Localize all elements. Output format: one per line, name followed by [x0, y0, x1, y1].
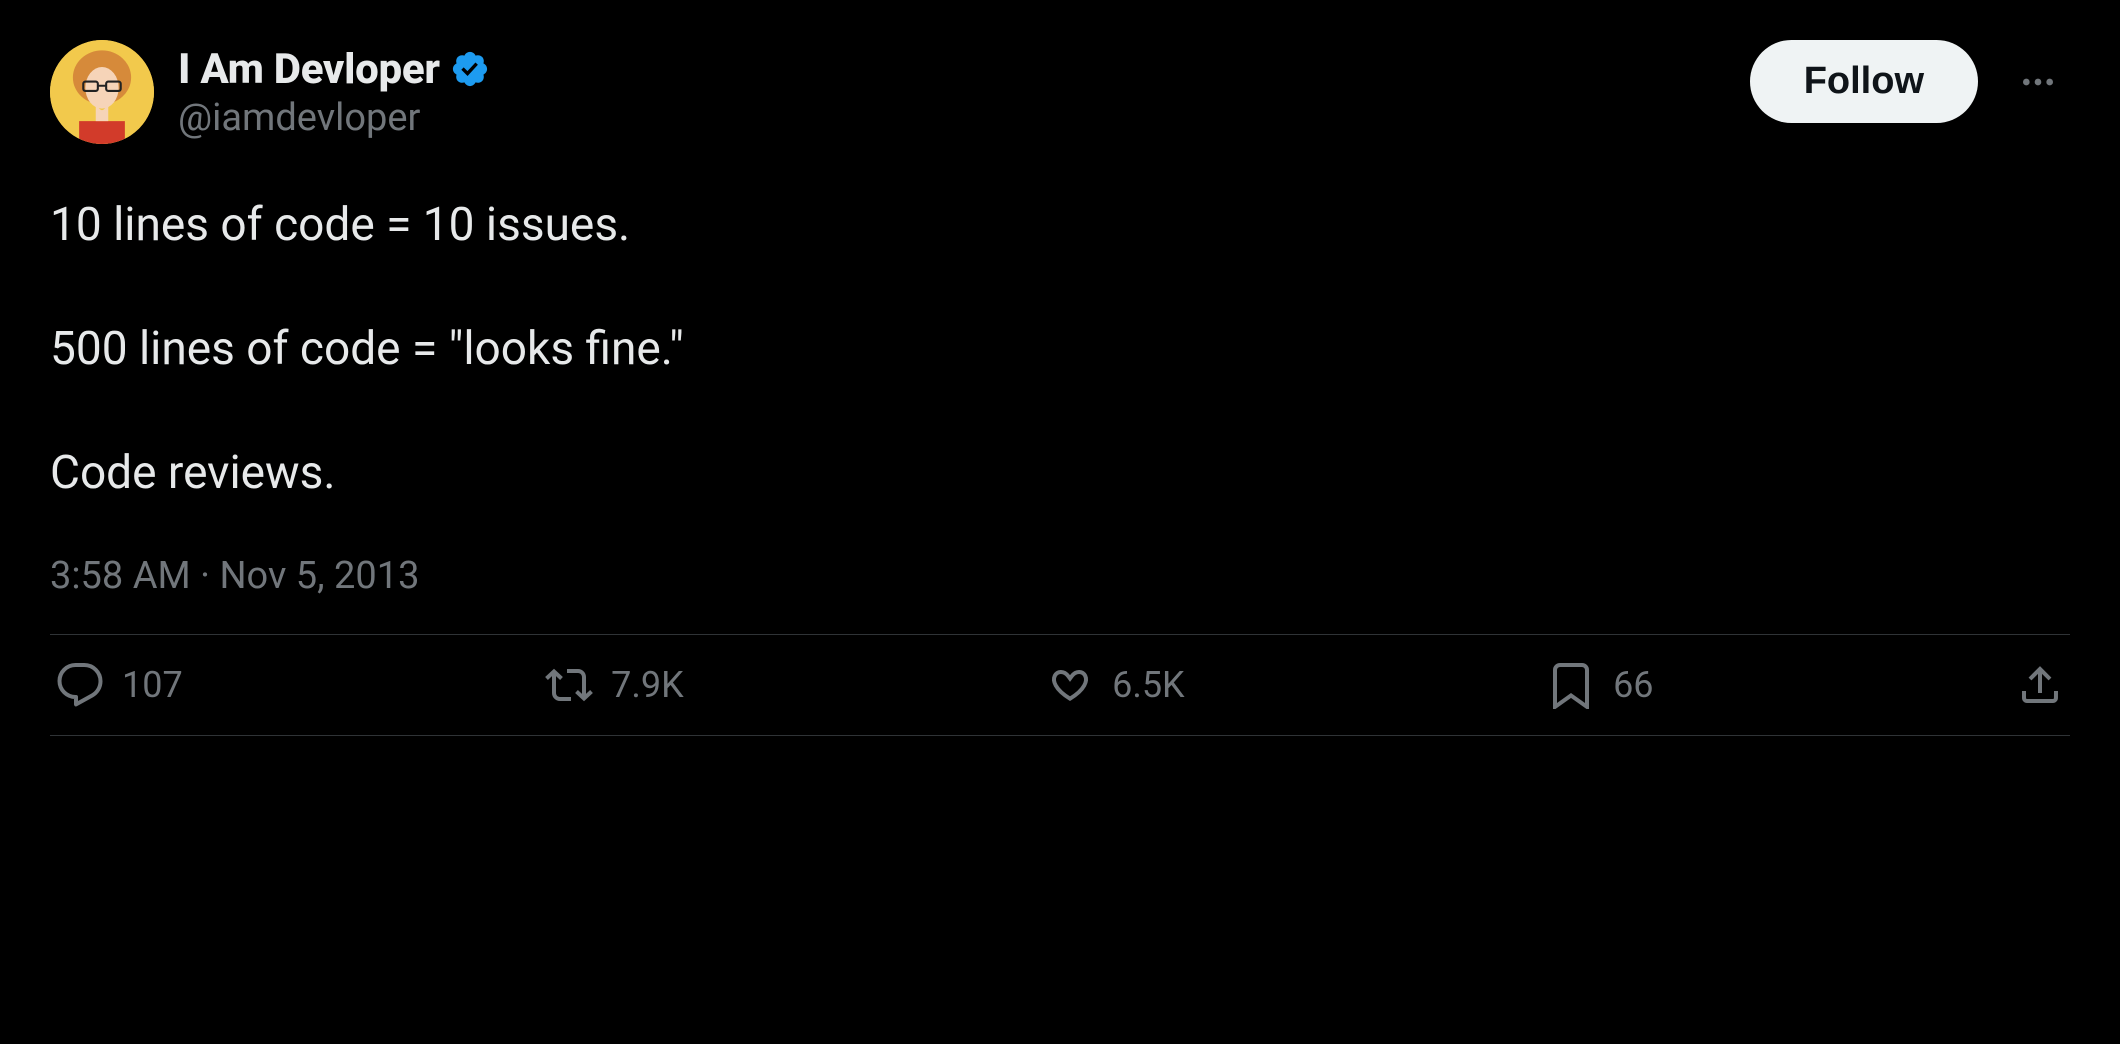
reply-count: 107: [122, 664, 183, 706]
bookmark-icon: [1547, 661, 1595, 709]
tweet-timestamp[interactable]: 3:58 AM · Nov 5, 2013: [50, 554, 2070, 598]
like-button[interactable]: 6.5K: [1046, 661, 1185, 709]
avatar[interactable]: [50, 40, 154, 144]
retweet-count: 7.9K: [611, 664, 684, 706]
like-count: 6.5K: [1112, 664, 1185, 706]
more-button[interactable]: [2006, 50, 2070, 114]
user-handle[interactable]: @iamdevloper: [178, 96, 490, 140]
verified-badge-icon: [450, 49, 490, 89]
follow-button[interactable]: Follow: [1750, 40, 1978, 123]
share-button[interactable]: [2016, 661, 2064, 709]
user-group[interactable]: I Am Devloper @iamdevloper: [50, 40, 490, 144]
divider: [50, 735, 2070, 736]
share-icon: [2016, 661, 2064, 709]
retweet-icon: [545, 661, 593, 709]
reply-icon: [56, 661, 104, 709]
retweet-button[interactable]: 7.9K: [545, 661, 684, 709]
bookmark-count: 66: [1613, 664, 1653, 706]
bookmark-button[interactable]: 66: [1547, 661, 1653, 709]
reply-button[interactable]: 107: [56, 661, 183, 709]
display-name[interactable]: I Am Devloper: [178, 45, 440, 94]
heart-icon: [1046, 661, 1094, 709]
action-bar: 107 7.9K 6.5K 66: [50, 635, 2070, 735]
tweet-text: 10 lines of code = 10 issues. 500 lines …: [50, 194, 2070, 504]
